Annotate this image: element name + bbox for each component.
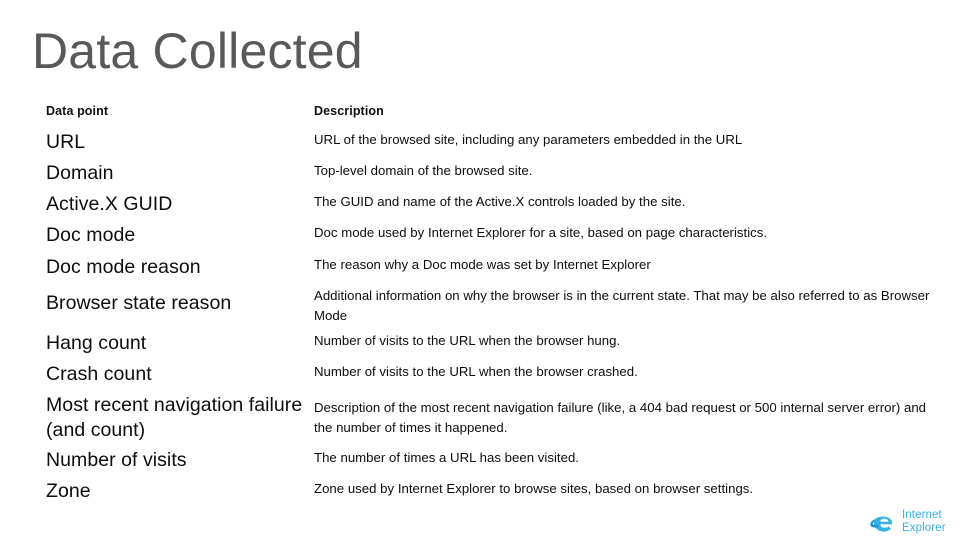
table-row: Number of visits The number of times a U… [46, 448, 946, 479]
cell-data-point: Zone [46, 480, 91, 502]
cell-data-point: Domain [46, 162, 114, 184]
cell-description: Number of visits to the URL when the bro… [314, 364, 638, 379]
cell-data-point: Doc mode reason [46, 256, 201, 278]
internet-explorer-logo: Internet Explorer [869, 505, 967, 539]
cell-description: URL of the browsed site, including any p… [314, 132, 743, 147]
cell-data-point: Most recent navigation failure (and coun… [46, 394, 303, 441]
cell-data-point: Doc mode [46, 224, 136, 246]
table-row: Crash count Number of visits to the URL … [46, 362, 946, 393]
cell-description: Doc mode used by Internet Explorer for a… [314, 225, 768, 240]
cell-description: Description of the most recent navigatio… [314, 400, 927, 435]
cell-description: The GUID and name of the Active.X contro… [314, 194, 686, 209]
table-row: Active.X GUID The GUID and name of the A… [46, 192, 946, 223]
table-row: URL URL of the browsed site, including a… [46, 130, 946, 161]
logo-line-2: Explorer [902, 522, 946, 534]
table-row: Hang count Number of visits to the URL w… [46, 331, 946, 362]
column-header-description: Description [314, 104, 384, 118]
cell-data-point: URL [46, 131, 86, 153]
cell-data-point: Number of visits [46, 449, 187, 471]
logo-line-1: Internet [902, 509, 942, 521]
table-row: Most recent navigation failure (and coun… [46, 393, 946, 443]
table-row: Zone Zone used by Internet Explorer to b… [46, 479, 946, 510]
cell-description: Number of visits to the URL when the bro… [314, 333, 621, 348]
table-row: Doc mode Doc mode used by Internet Explo… [46, 223, 946, 254]
cell-description: The reason why a Doc mode was set by Int… [314, 257, 651, 272]
table-row: Domain Top-level domain of the browsed s… [46, 161, 946, 192]
table-row: Doc mode reason The reason why a Doc mod… [46, 255, 946, 286]
page-title: Data Collected [32, 23, 363, 79]
column-header-data-point: Data point [46, 104, 109, 118]
data-collected-table: Data point Description URL URL of the br… [46, 104, 946, 502]
table-header-row: Data point Description [46, 104, 946, 126]
cell-data-point: Browser state reason [46, 292, 232, 314]
presentation-slide: Data Collected Data point Description UR… [0, 0, 979, 551]
internet-explorer-icon [870, 512, 893, 532]
cell-data-point: Active.X GUID [46, 193, 173, 215]
cell-data-point: Hang count [46, 332, 147, 354]
cell-description: The number of times a URL has been visit… [314, 450, 579, 465]
cell-description: Zone used by Internet Explorer to browse… [314, 481, 754, 496]
table-row: Browser state reason Additional informat… [46, 286, 946, 331]
cell-description: Additional information on why the browse… [314, 288, 930, 323]
internet-explorer-wordmark: Internet Explorer [902, 509, 946, 535]
cell-description: Top-level domain of the browsed site. [314, 163, 533, 178]
cell-data-point: Crash count [46, 363, 152, 385]
